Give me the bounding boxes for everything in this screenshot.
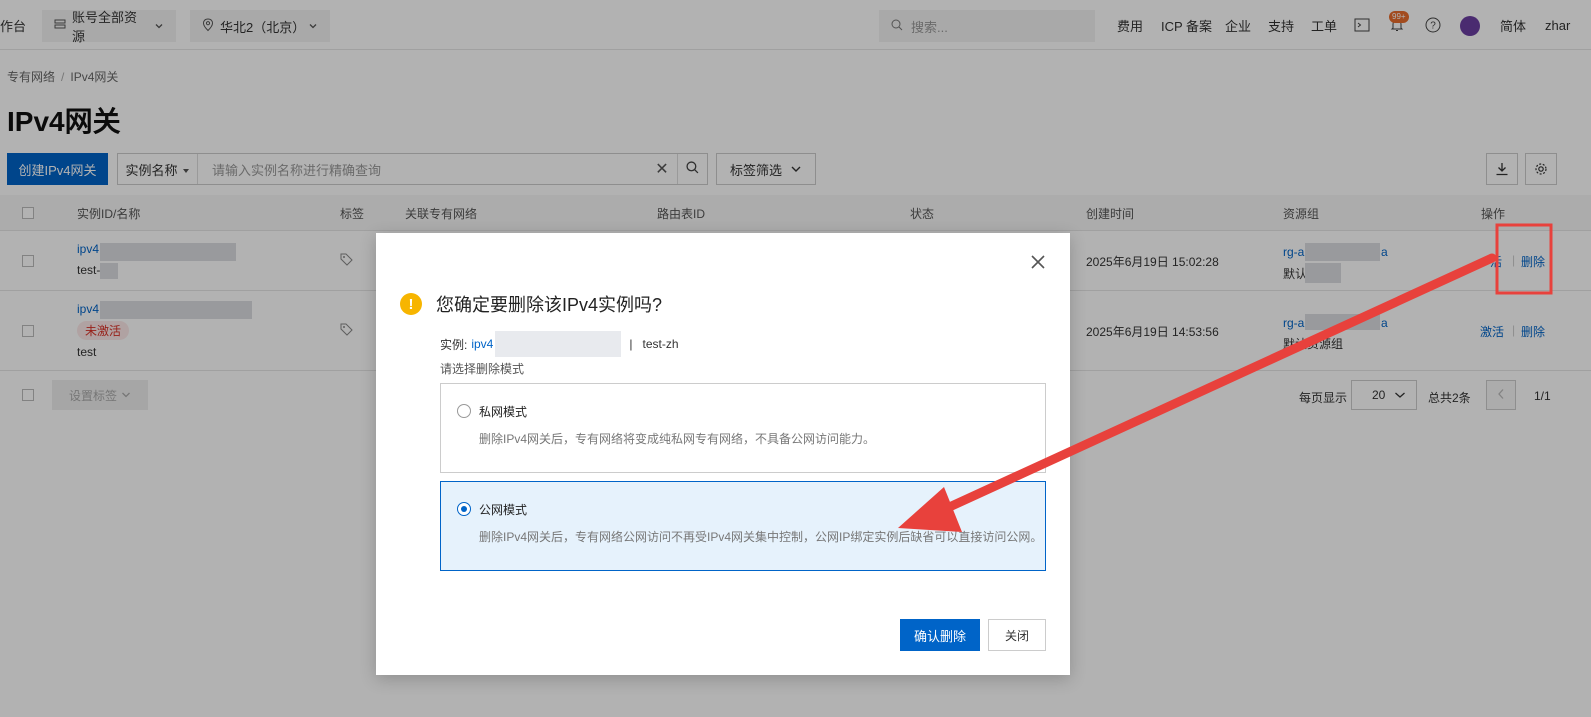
option-description: 删除IPv4网关后，专有网络公网访问不再受IPv4网关集中控制，公网IP绑定实例… — [479, 530, 1043, 544]
option-private-mode[interactable]: 私网模式 删除IPv4网关后，专有网络将变成纯私网专有网络，不具备公网访问能力。 — [440, 383, 1046, 473]
close-icon[interactable] — [1026, 250, 1050, 274]
instance-info: 实例: ipv4 | test-zh — [440, 331, 679, 357]
close-button[interactable]: 关闭 — [988, 619, 1046, 651]
option-title: 私网模式 — [479, 405, 528, 419]
delete-mode-prompt: 请选择删除模式 — [440, 362, 525, 376]
info-divider: | — [629, 337, 633, 351]
instance-name: test-zh — [642, 337, 679, 351]
option-title: 公网模式 — [479, 503, 528, 517]
redacted-block — [495, 331, 622, 357]
option-description: 删除IPv4网关后，专有网络将变成纯私网专有网络，不具备公网访问能力。 — [479, 432, 876, 446]
instance-id-link[interactable]: ipv4 — [471, 337, 493, 351]
radio-private-mode[interactable] — [457, 404, 471, 418]
confirm-delete-button[interactable]: 确认删除 — [900, 619, 980, 651]
dialog-title: 您确定要删除该IPv4实例吗? — [436, 295, 663, 315]
delete-confirm-dialog: ! 您确定要删除该IPv4实例吗? 实例: ipv4 | test-zh 请选择… — [376, 233, 1070, 675]
radio-public-mode[interactable] — [457, 502, 471, 516]
instance-label: 实例: — [440, 337, 468, 352]
warning-icon: ! — [400, 293, 422, 315]
option-public-mode[interactable]: 公网模式 删除IPv4网关后，专有网络公网访问不再受IPv4网关集中控制，公网I… — [440, 481, 1046, 571]
